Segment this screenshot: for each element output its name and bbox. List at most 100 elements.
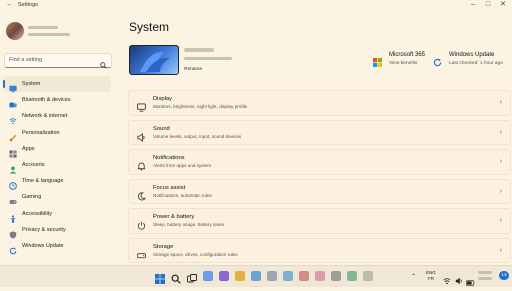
sidebar-item-label: Gaming <box>22 194 42 201</box>
accessibility-icon <box>9 210 17 223</box>
device-wallpaper-thumbnail <box>129 45 179 75</box>
sidebar-item-accounts[interactable]: Accounts <box>3 157 111 174</box>
keyboard-layout-indicator[interactable]: FR <box>428 276 434 281</box>
sidebar-item-label: Time & language <box>22 178 64 185</box>
sidebar-item-accessibility[interactable]: Accessibility <box>3 206 111 223</box>
sidebar: Find a setting System Bluetooth & device… <box>0 12 118 265</box>
task-view-icon[interactable] <box>187 271 197 283</box>
widgets-icon[interactable] <box>203 271 213 281</box>
rename-link[interactable]: Rename <box>184 67 202 72</box>
sidebar-item-gaming[interactable]: Gaming <box>3 189 111 205</box>
update-icon <box>9 242 17 255</box>
microsoft-logo-icon <box>373 54 382 72</box>
settings-card-list: Display Monitors, brightness, night ligh… <box>128 90 511 267</box>
user-email-redacted <box>28 33 70 36</box>
pinned-app-icon[interactable] <box>299 271 309 281</box>
pinned-app-icon[interactable] <box>331 271 341 281</box>
page-title: System <box>129 20 170 34</box>
card-subtitle: Alerts from apps and system <box>153 163 212 168</box>
chevron-right-icon: › <box>499 128 502 136</box>
sidebar-item-bluetooth[interactable]: Bluetooth & devices <box>3 92 111 108</box>
main-content: System Rename Microsoft 365 View benefit… <box>128 12 512 265</box>
settings-card-sound[interactable]: Sound Volume levels, output, input, soun… <box>128 119 511 145</box>
bluetooth-icon <box>9 96 17 108</box>
promo-subtitle: Last checked: 1 hour ago <box>449 61 503 66</box>
sidebar-item-label: Apps <box>22 145 35 152</box>
sidebar-item-privacy-security[interactable]: Privacy & security <box>3 222 111 239</box>
chevron-right-icon: › <box>499 217 502 224</box>
title-bar: ← Settings – □ ✕ <box>0 0 512 12</box>
card-title: Storage <box>153 243 174 250</box>
pinned-app-icon[interactable] <box>347 271 357 281</box>
sidebar-item-system[interactable]: System <box>3 76 111 93</box>
promo-windows-update[interactable]: Windows Update Last checked: 1 hour ago <box>433 52 511 72</box>
card-title: Display <box>153 96 173 102</box>
sidebar-item-windows-update[interactable]: Windows Update <box>3 238 111 255</box>
card-title: Sound <box>153 125 170 132</box>
back-arrow-icon[interactable]: ← <box>6 1 13 8</box>
sidebar-item-label: Network & internet <box>22 113 68 120</box>
chevron-right-icon: › <box>499 158 502 165</box>
notification-badge[interactable]: 13 <box>499 271 509 280</box>
device-name-redacted <box>184 48 214 52</box>
sidebar-item-network[interactable]: Network & internet <box>3 108 111 125</box>
update-icon <box>433 54 442 72</box>
storage-icon <box>137 247 146 258</box>
chat-icon[interactable] <box>219 271 229 281</box>
globe-clock-icon <box>9 177 17 190</box>
chevron-right-icon: › <box>499 99 502 106</box>
card-subtitle: Volume levels, output, input, sound devi… <box>153 133 242 139</box>
taskbar: ⌃ ENG FR 13 <box>0 265 512 287</box>
sidebar-item-time-language[interactable]: Time & language <box>3 173 111 190</box>
brush-icon <box>9 129 17 141</box>
close-button[interactable]: ✕ <box>496 0 510 10</box>
bloom-wallpaper-icon <box>140 51 170 72</box>
clock-date-redacted <box>478 277 492 280</box>
sidebar-item-label: Bluetooth & devices <box>22 97 71 104</box>
card-subtitle: Sleep, battery usage, battery saver <box>153 222 225 227</box>
search-input[interactable]: Find a setting <box>9 57 42 63</box>
start-menu-icon[interactable] <box>155 271 165 284</box>
promo-title: Microsoft 365 <box>389 52 426 58</box>
file-explorer-icon[interactable] <box>235 271 245 281</box>
search-icon[interactable] <box>100 56 107 74</box>
volume-icon[interactable] <box>455 272 463 290</box>
pinned-app-icon[interactable] <box>251 271 261 281</box>
chevron-up-icon[interactable]: ⌃ <box>411 273 416 280</box>
bell-icon <box>137 158 146 171</box>
chevron-right-icon: › <box>499 246 502 254</box>
sidebar-item-personalization[interactable]: Personalization <box>3 125 111 141</box>
pinned-app-icon[interactable] <box>315 271 325 281</box>
network-icon <box>9 112 17 125</box>
language-indicator[interactable]: ENG <box>426 270 436 275</box>
card-subtitle: Monitors, brightness, night light, displ… <box>153 104 248 109</box>
display-icon <box>137 99 146 112</box>
card-subtitle: Storage space, drives, configuration rul… <box>153 251 238 257</box>
card-title: Focus assist <box>153 184 186 191</box>
battery-icon[interactable] <box>466 273 475 291</box>
sidebar-item-apps[interactable]: Apps <box>3 141 111 158</box>
search-icon[interactable] <box>171 271 181 284</box>
settings-card-notifications[interactable]: Notifications Alerts from apps and syste… <box>128 149 511 175</box>
system-icon <box>9 80 17 93</box>
user-name-redacted <box>28 26 58 29</box>
pinned-app-icon[interactable] <box>363 271 373 281</box>
chevron-right-icon: › <box>499 187 502 195</box>
sidebar-nav: System Bluetooth & devices Network & int… <box>0 76 118 255</box>
settings-card-power-battery[interactable]: Power & battery Sleep, battery usage, ba… <box>128 208 511 234</box>
minimize-button[interactable]: – <box>466 0 480 10</box>
shield-icon <box>9 226 17 239</box>
pinned-app-icon[interactable] <box>267 271 277 281</box>
window-title: Settings <box>18 2 38 8</box>
settings-card-storage[interactable]: Storage Storage space, drives, configura… <box>128 237 511 263</box>
speaker-icon <box>137 129 146 142</box>
sidebar-item-label: Accessibility <box>22 210 52 217</box>
pinned-app-icon[interactable] <box>283 271 293 281</box>
wifi-icon[interactable] <box>443 272 451 290</box>
settings-card-display[interactable]: Display Monitors, brightness, night ligh… <box>128 90 511 116</box>
card-title: Notifications <box>153 155 185 161</box>
avatar <box>6 22 24 40</box>
search-box[interactable]: Find a setting <box>4 53 112 69</box>
maximize-button[interactable]: □ <box>481 0 495 10</box>
settings-card-focus-assist[interactable]: Focus assist Notifications, automatic ru… <box>128 178 511 204</box>
